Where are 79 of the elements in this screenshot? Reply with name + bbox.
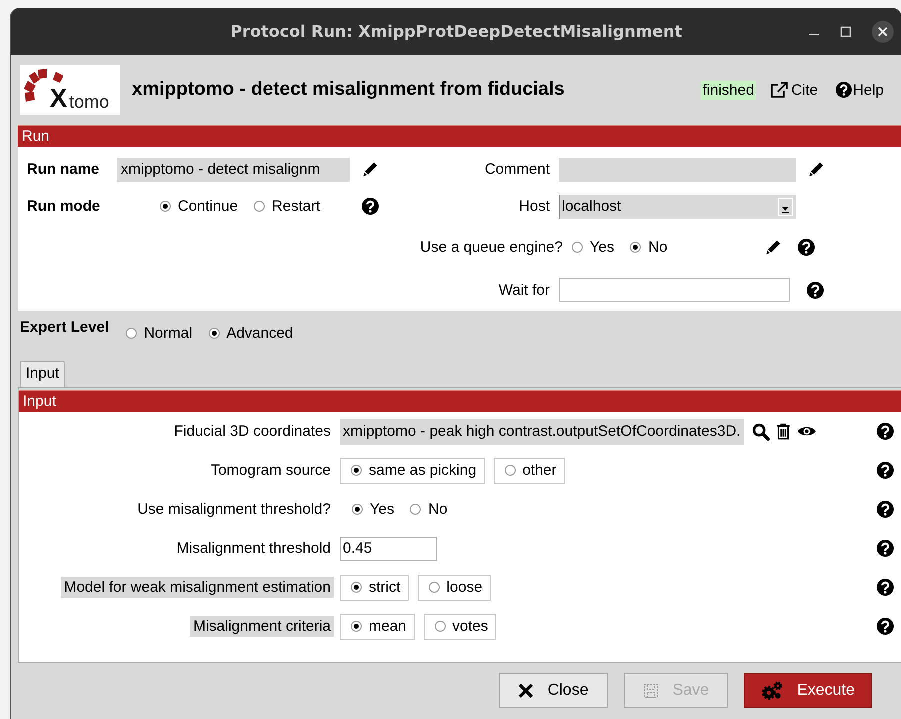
wait-for-label: Wait for — [498, 282, 550, 298]
expert-level-label: Expert Level — [20, 319, 110, 336]
help-icon[interactable] — [362, 198, 378, 215]
logo-text: tomo — [69, 92, 110, 112]
radio-button[interactable] — [351, 465, 362, 476]
parameter-label: Model for weak misalignment estimation — [61, 577, 334, 598]
help-icon[interactable] — [877, 540, 894, 557]
radio-label[interactable]: Normal — [144, 325, 193, 342]
run-name-label: Run name — [27, 161, 100, 178]
comment-label: Comment — [484, 161, 550, 178]
queue-label: Use a queue engine? — [420, 238, 563, 256]
parameter-label: Tomogram source — [210, 461, 332, 481]
pencil-icon[interactable] — [808, 161, 824, 178]
radio-button[interactable] — [351, 621, 362, 632]
logo-mark: X — [50, 84, 68, 112]
radio-button[interactable] — [208, 328, 220, 339]
section-header: Input — [19, 390, 901, 412]
parameter-label: Misalignment threshold — [176, 539, 332, 559]
help-icon[interactable] — [877, 501, 894, 518]
help-icon[interactable] — [877, 579, 894, 596]
search-icon[interactable] — [752, 422, 770, 440]
radio-button[interactable] — [572, 242, 583, 252]
radio-button[interactable] — [351, 582, 362, 593]
pencil-icon[interactable] — [362, 161, 378, 178]
radio-button[interactable] — [434, 621, 446, 632]
radio-label[interactable]: Restart — [272, 198, 320, 215]
help-link[interactable]: Help — [836, 82, 884, 98]
host-dropdown[interactable]: localhost — [559, 194, 796, 218]
parameter-label: Misalignment criteria — [190, 616, 334, 637]
help-icon[interactable] — [877, 462, 894, 479]
window-title: Protocol Run: XmippProtDeepDetectMisalignment — [230, 22, 682, 41]
radio-label[interactable]: Yes — [590, 238, 614, 256]
parameter-label: Fiducial 3D coordinates — [173, 422, 332, 442]
help-icon[interactable] — [877, 618, 894, 635]
trash-icon[interactable] — [776, 423, 791, 440]
radio-button[interactable] — [428, 582, 440, 593]
help-icon — [836, 82, 852, 98]
gears-icon — [761, 680, 784, 700]
help-icon[interactable] — [877, 423, 894, 440]
radio-label[interactable]: mean — [369, 618, 407, 635]
maximize-icon[interactable] — [840, 26, 852, 38]
radio-label[interactable]: other — [522, 462, 557, 479]
radio-label[interactable]: Continue — [178, 198, 238, 215]
host-label: Host — [519, 198, 550, 215]
section-header: Run — [18, 125, 901, 147]
status-badge: finished — [700, 80, 756, 100]
radio-label[interactable]: votes — [452, 618, 488, 635]
parameter-label: Use misalignment threshold? — [136, 500, 332, 520]
radio-button[interactable] — [630, 242, 642, 252]
run-mode-label: Run mode — [27, 198, 100, 215]
pointer-field[interactable]: xmipptomo - peak high contrast.outputSetOfCoordinates3D. — [340, 418, 744, 444]
radio-label[interactable]: No — [428, 501, 448, 518]
x-icon — [518, 682, 534, 698]
radio-button[interactable] — [504, 465, 516, 476]
pencil-icon[interactable] — [764, 238, 782, 256]
radio-label[interactable]: loose — [446, 579, 483, 596]
threshold-field[interactable]: 0.45 — [340, 536, 437, 560]
cite-link[interactable]: Cite — [770, 81, 818, 99]
radio-label[interactable]: strict — [369, 579, 401, 596]
radio-label[interactable]: No — [648, 238, 668, 256]
tab[interactable]: Input — [20, 361, 66, 387]
execute-button[interactable]: Execute — [744, 673, 872, 708]
radio-button[interactable] — [410, 504, 422, 515]
wait-for-field[interactable] — [559, 278, 790, 302]
radio-button[interactable] — [126, 328, 138, 339]
protocol-title: xmipptomo - detect misalignment from fiducials — [132, 79, 566, 101]
external-link-icon — [770, 81, 790, 99]
close-button[interactable]: Close — [498, 673, 608, 708]
radio-label[interactable]: same as picking — [369, 462, 477, 479]
run-name-field[interactable]: xmipptomo - detect misalignm — [117, 158, 350, 182]
help-icon[interactable] — [798, 238, 814, 256]
radio-button[interactable] — [160, 201, 171, 212]
radio-button[interactable] — [352, 504, 363, 515]
help-icon[interactable] — [806, 282, 824, 298]
comment-field[interactable] — [559, 158, 796, 182]
radio-button[interactable] — [254, 201, 266, 212]
radio-label[interactable]: Advanced — [226, 325, 294, 342]
radio-label[interactable]: Yes — [370, 501, 394, 518]
close-icon[interactable] — [872, 20, 894, 42]
